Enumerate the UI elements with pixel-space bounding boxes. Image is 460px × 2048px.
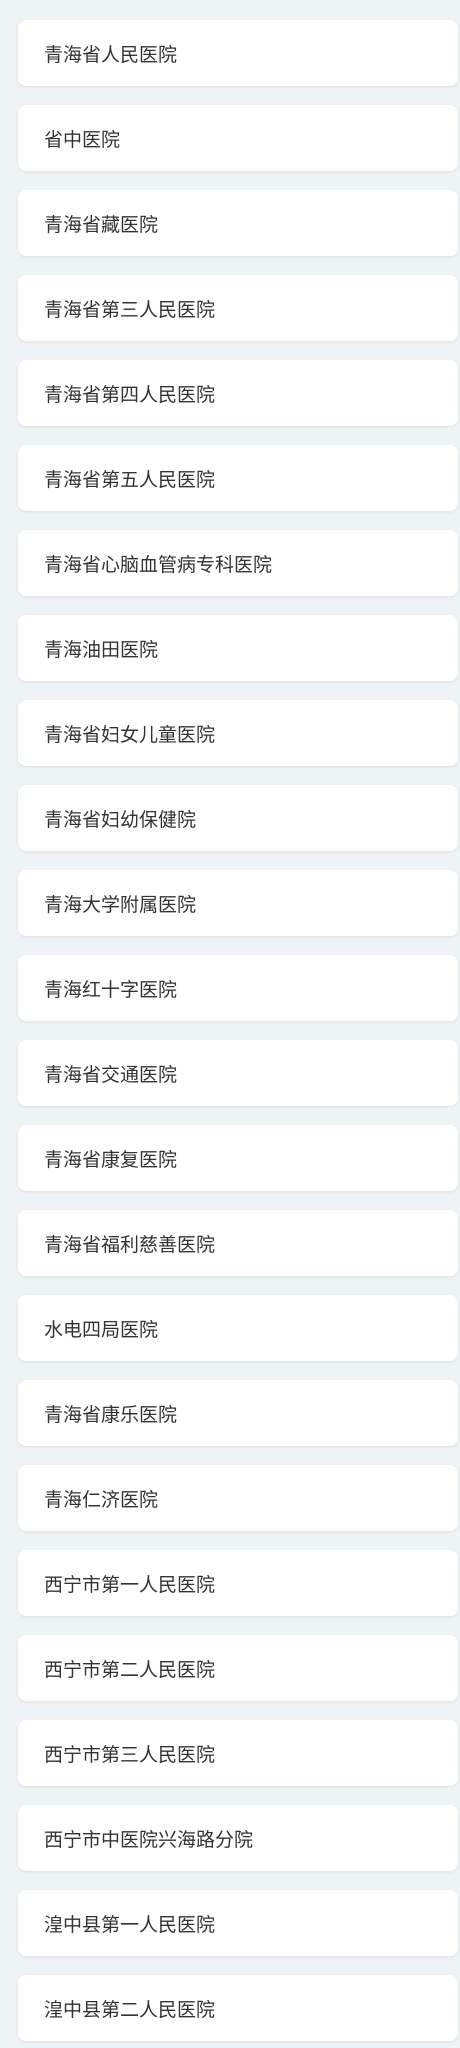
hospital-list-item[interactable]: 西宁市第二人民医院 bbox=[18, 1635, 458, 1701]
hospital-list-item[interactable]: 西宁市第三人民医院 bbox=[18, 1720, 458, 1786]
hospital-list-item[interactable]: 湟中县第一人民医院 bbox=[18, 1890, 458, 1956]
hospital-list-item[interactable]: 青海省福利慈善医院 bbox=[18, 1210, 458, 1276]
hospital-list-item[interactable]: 西宁市第一人民医院 bbox=[18, 1550, 458, 1616]
hospital-list-item[interactable]: 西宁市中医院兴海路分院 bbox=[18, 1805, 458, 1871]
hospital-name: 青海省心脑血管病专科医院 bbox=[44, 553, 273, 576]
hospital-list-item[interactable]: 青海省妇幼保健院 bbox=[18, 785, 458, 851]
hospital-name: 水电四局医院 bbox=[44, 1318, 159, 1341]
hospital-list-item[interactable]: 青海省藏医院 bbox=[18, 190, 458, 256]
hospital-list-item[interactable]: 青海红十字医院 bbox=[18, 955, 458, 1021]
hospital-name: 青海省人民医院 bbox=[44, 43, 178, 66]
hospital-list-item[interactable]: 青海省第四人民医院 bbox=[18, 360, 458, 426]
hospital-name: 青海省交通医院 bbox=[44, 1063, 178, 1086]
hospital-list-item[interactable]: 青海省心脑血管病专科医院 bbox=[18, 530, 458, 596]
hospital-name: 青海省妇幼保健院 bbox=[44, 808, 197, 831]
hospital-list-item[interactable]: 青海省第三人民医院 bbox=[18, 275, 458, 341]
hospital-name: 青海仁济医院 bbox=[44, 1488, 159, 1511]
hospital-list-item[interactable]: 青海仁济医院 bbox=[18, 1465, 458, 1531]
hospital-list-item[interactable]: 青海省康复医院 bbox=[18, 1125, 458, 1191]
hospital-list-item[interactable]: 青海省第五人民医院 bbox=[18, 445, 458, 511]
hospital-list-item[interactable]: 湟中县第二人民医院 bbox=[18, 1975, 458, 2041]
hospital-name: 青海省康复医院 bbox=[44, 1148, 178, 1171]
hospital-list-item[interactable]: 青海省交通医院 bbox=[18, 1040, 458, 1106]
hospital-name: 青海大学附属医院 bbox=[44, 893, 197, 916]
hospital-name: 青海省康乐医院 bbox=[44, 1403, 178, 1426]
hospital-name: 青海省福利慈善医院 bbox=[44, 1233, 216, 1256]
hospital-list-item[interactable]: 青海省人民医院 bbox=[18, 20, 458, 86]
hospital-list-item[interactable]: 青海油田医院 bbox=[18, 615, 458, 681]
hospital-list-item[interactable]: 水电四局医院 bbox=[18, 1295, 458, 1361]
hospital-list-item[interactable]: 青海大学附属医院 bbox=[18, 870, 458, 936]
hospital-list-item[interactable]: 青海省妇女儿童医院 bbox=[18, 700, 458, 766]
hospital-list-item[interactable]: 青海省康乐医院 bbox=[18, 1380, 458, 1446]
hospital-name: 省中医院 bbox=[44, 128, 121, 151]
hospital-name: 青海省藏医院 bbox=[44, 213, 159, 236]
hospital-name: 青海红十字医院 bbox=[44, 978, 178, 1001]
hospital-name: 西宁市第二人民医院 bbox=[44, 1658, 216, 1681]
hospital-name: 青海省第五人民医院 bbox=[44, 468, 216, 491]
hospital-name: 青海油田医院 bbox=[44, 638, 159, 661]
hospital-name: 青海省妇女儿童医院 bbox=[44, 723, 216, 746]
hospital-name: 西宁市第一人民医院 bbox=[44, 1573, 216, 1596]
hospital-name: 青海省第四人民医院 bbox=[44, 383, 216, 406]
hospital-list: 青海省人民医院 省中医院 青海省藏医院 青海省第三人民医院 青海省第四人民医院 … bbox=[0, 0, 460, 2048]
hospital-name: 西宁市中医院兴海路分院 bbox=[44, 1828, 254, 1851]
hospital-name: 湟中县第二人民医院 bbox=[44, 1998, 216, 2021]
hospital-list-item[interactable]: 省中医院 bbox=[18, 105, 458, 171]
hospital-name: 青海省第三人民医院 bbox=[44, 298, 216, 321]
hospital-name: 湟中县第一人民医院 bbox=[44, 1913, 216, 1936]
hospital-name: 西宁市第三人民医院 bbox=[44, 1743, 216, 1766]
